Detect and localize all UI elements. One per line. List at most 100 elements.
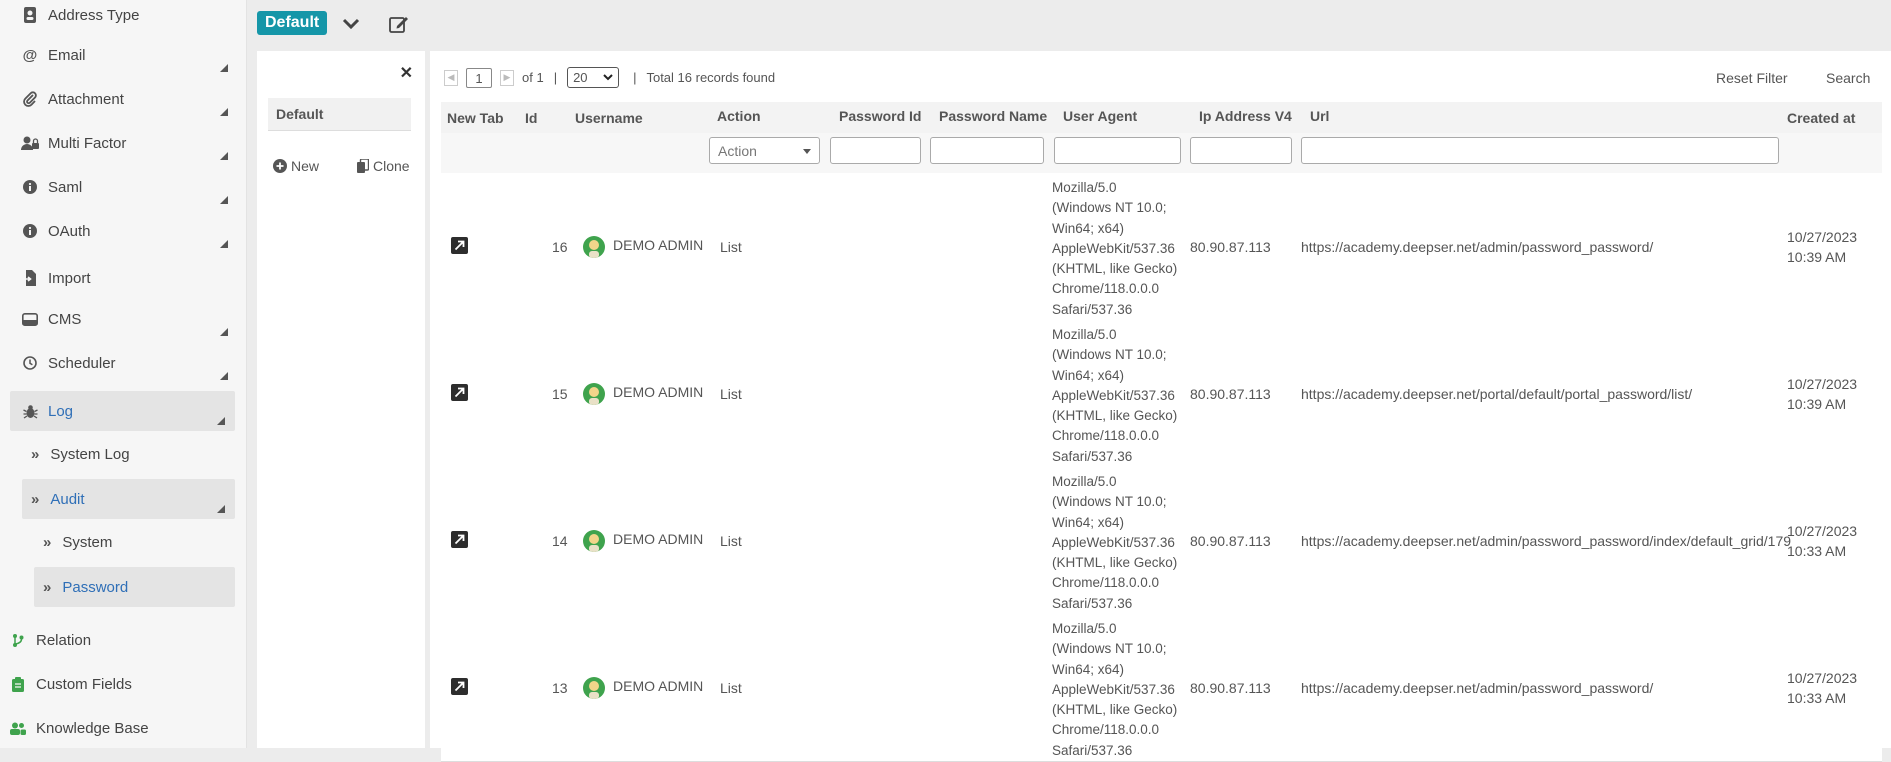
sidebar-item-label: Knowledge Base [36, 719, 149, 737]
cell-created-time: 10:39 AM [1787, 249, 1847, 265]
column-header-user-agent[interactable]: User Agent [1063, 108, 1137, 124]
page-size-select[interactable]: 20 [567, 67, 620, 88]
page-number-input[interactable]: 1 [466, 67, 492, 88]
column-header-password-id[interactable]: Password Id [839, 108, 921, 124]
cell-action: List [720, 239, 742, 255]
page-size-value: 20 [573, 70, 588, 85]
sidebar-item-saml[interactable]: Saml [20, 176, 238, 210]
column-header-password-name[interactable]: Password Name [939, 108, 1047, 124]
bug-icon [20, 401, 40, 421]
user-agent-filter-input[interactable] [1054, 137, 1181, 164]
url-filter-input[interactable] [1301, 137, 1779, 164]
users-icon [8, 718, 28, 738]
sidebar-item-custom-fields[interactable]: Custom Fields [8, 673, 228, 695]
sidebar-item-label: OAuth [48, 222, 91, 240]
at-sign-icon: @ [22, 46, 38, 64]
reset-filter-button[interactable]: Reset Filter [1716, 70, 1788, 86]
cell-ip-address: 80.90.87.113 [1190, 533, 1271, 549]
column-header-url[interactable]: Url [1310, 108, 1329, 124]
cell-ip-address: 80.90.87.113 [1190, 680, 1271, 696]
total-records-label: Total 16 records found [646, 70, 776, 85]
column-header-ip-address[interactable]: Ip Address V4 [1199, 108, 1292, 124]
sidebar-item-label: Address Type [48, 6, 140, 24]
sidebar-item-system[interactable]: » System [43, 531, 233, 553]
view-item-default[interactable]: Default [268, 98, 411, 131]
cell-created-time: 10:33 AM [1787, 543, 1847, 559]
password-id-filter-input[interactable] [830, 137, 921, 164]
view-badge[interactable]: Default [257, 11, 328, 35]
sidebar-item-multi-factor[interactable]: Multi Factor [20, 132, 238, 166]
chevron-down-icon[interactable] [338, 11, 364, 37]
expand-corner-icon [220, 240, 228, 248]
cell-action: List [720, 386, 742, 402]
sidebar-item-label: Scheduler [48, 354, 116, 372]
table-row[interactable]: 16 DEMO ADMIN List Mozilla/5.0 (Windows N… [441, 173, 1882, 321]
cell-id: 15 [552, 386, 568, 402]
sidebar-item-password[interactable]: » Password [34, 567, 235, 607]
sidebar-item-email[interactable]: @ Email [20, 44, 238, 78]
sidebar-item-system-log[interactable]: » System Log [31, 443, 231, 465]
column-header-created-at[interactable]: Created at [1787, 110, 1855, 126]
table-row[interactable]: 13 DEMO ADMIN List Mozilla/5.0 (Windows N… [441, 614, 1882, 762]
double-chevron-right-icon: » [31, 445, 40, 463]
open-new-tab-icon[interactable] [451, 678, 468, 695]
sidebar-item-relation[interactable]: Relation [8, 629, 228, 651]
sidebar-item-label: Multi Factor [48, 134, 127, 152]
sidebar-item-oauth[interactable]: OAuth [20, 220, 238, 254]
cell-created-time: 10:39 AM [1787, 396, 1847, 412]
cell-id: 13 [552, 680, 568, 696]
sidebar-item-cms[interactable]: CMS [20, 308, 238, 342]
expand-corner-icon [220, 372, 228, 380]
contact-card-icon [20, 5, 40, 25]
chevron-down-icon [603, 74, 613, 81]
sidebar-item-label: Log [48, 402, 74, 420]
sidebar-item-scheduler[interactable]: Scheduler [20, 352, 238, 386]
column-header-action[interactable]: Action [717, 108, 761, 124]
sidebar-item-log[interactable]: Log [10, 391, 235, 431]
column-header-username[interactable]: Username [575, 110, 643, 126]
close-icon[interactable]: ✕ [400, 63, 413, 83]
table-row[interactable]: 15 DEMO ADMIN List Mozilla/5.0 (Windows N… [441, 320, 1882, 468]
clock-icon [20, 353, 40, 373]
sidebar-item-label: Saml [48, 178, 83, 196]
ip-address-filter-input[interactable] [1190, 137, 1292, 164]
avatar [583, 677, 605, 699]
cell-action: List [720, 533, 742, 549]
cell-username: DEMO ADMIN [613, 384, 704, 400]
sidebar-item-attachment[interactable]: Attachment [20, 88, 238, 122]
double-chevron-right-icon: » [43, 533, 52, 551]
sidebar-item-label: Audit [50, 490, 85, 508]
open-new-tab-icon[interactable] [451, 237, 468, 254]
open-new-tab-icon[interactable] [451, 384, 468, 401]
new-view-button[interactable]: New [273, 158, 319, 174]
sidebar-item-label: System [62, 533, 113, 551]
expand-corner-icon [220, 196, 228, 204]
table-row[interactable]: 14 DEMO ADMIN List Mozilla/5.0 (Windows N… [441, 467, 1882, 615]
cell-username: DEMO ADMIN [613, 678, 704, 694]
left-sidebar: Address Type @ Email Attachment Multi Fa… [0, 0, 247, 748]
expand-corner-icon [220, 108, 228, 116]
next-page-icon[interactable]: ▶ [500, 69, 514, 86]
cell-url: https://academy.deepser.net/admin/passwo… [1301, 239, 1654, 255]
caret-down-icon [803, 149, 811, 154]
column-header-id[interactable]: Id [525, 110, 537, 126]
search-button[interactable]: Search [1826, 70, 1870, 86]
hard-drive-icon [20, 309, 40, 329]
double-chevron-right-icon: » [31, 490, 40, 508]
action-filter-select[interactable]: Action [709, 137, 820, 164]
column-header-new-tab[interactable]: New Tab [447, 110, 504, 126]
cell-url: https://academy.deepser.net/admin/passwo… [1301, 533, 1792, 549]
sidebar-item-knowledge-base[interactable]: Knowledge Base [8, 717, 228, 739]
clone-view-button[interactable]: Clone [357, 158, 410, 174]
cell-user-agent: Mozilla/5.0 (Windows NT 10.0; Win64; x64) A… [1052, 180, 1178, 317]
open-new-tab-icon[interactable] [451, 531, 468, 548]
password-name-filter-input[interactable] [930, 137, 1044, 164]
sidebar-item-import[interactable]: Import [20, 267, 230, 289]
cell-user-agent: Mozilla/5.0 (Windows NT 10.0; Win64; x64) A… [1052, 327, 1178, 464]
sidebar-item-audit[interactable]: » Audit [22, 479, 235, 519]
sidebar-item-address-type[interactable]: Address Type [20, 4, 230, 26]
edit-icon[interactable] [386, 11, 412, 37]
prev-page-icon[interactable]: ◀ [444, 69, 458, 86]
avatar [583, 236, 605, 258]
expand-corner-icon [220, 328, 228, 336]
